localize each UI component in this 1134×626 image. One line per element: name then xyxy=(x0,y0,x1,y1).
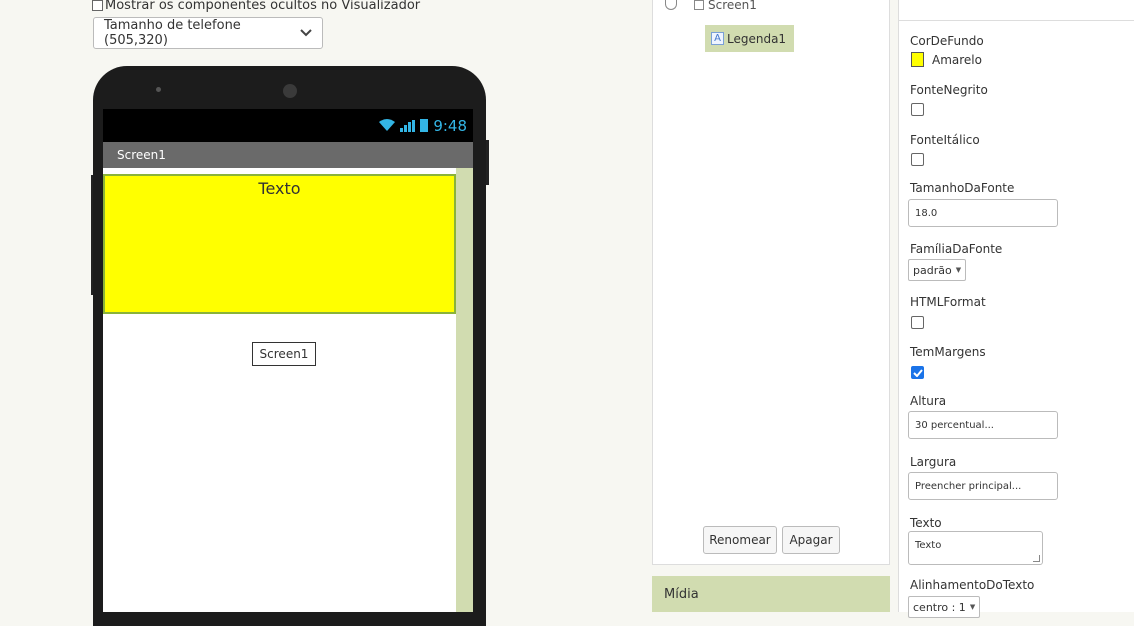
dropdown-arrow-icon: ▼ xyxy=(969,603,976,611)
prop-italic-checkbox[interactable] xyxy=(911,153,924,166)
show-hidden-checkbox[interactable] xyxy=(92,0,103,11)
tree-screen-label: Screen1 xyxy=(708,0,757,12)
wifi-icon xyxy=(379,117,396,135)
tree-item-label: Legenda1 xyxy=(727,31,787,46)
dropdown-arrow-icon: ▼ xyxy=(955,266,962,274)
prop-bg-color-value: Amarelo xyxy=(932,52,982,67)
prop-font-size-label: TamanhoDaFonte xyxy=(910,181,1015,195)
prop-font-family-label: FamíliaDaFonte xyxy=(910,242,1003,256)
show-hidden-label: Mostrar os componentes ocultos no Visual… xyxy=(105,0,421,13)
prop-bold-label: FonteNegrito xyxy=(910,83,988,97)
screen-tag: Screen1 xyxy=(252,342,316,366)
label-component[interactable]: Texto xyxy=(103,174,456,314)
prop-text-align-select[interactable]: centro : 1 ▼ xyxy=(908,596,981,618)
label-component-icon: A xyxy=(711,32,724,45)
media-panel-header: Mídia xyxy=(652,576,890,612)
tree-screen-checkbox[interactable] xyxy=(694,0,704,10)
prop-italic-label: FonteItálico xyxy=(910,133,980,147)
delete-button[interactable]: Apagar xyxy=(782,526,840,554)
resize-grip-icon[interactable] xyxy=(1033,555,1040,562)
phone-status-bar: 9:48 xyxy=(103,109,473,142)
prop-margins-label: TemMargens xyxy=(910,345,986,359)
checkmark-icon xyxy=(912,368,923,377)
phone-camera xyxy=(283,84,297,98)
components-panel xyxy=(652,0,890,565)
prop-font-size-input[interactable]: 18.0 xyxy=(908,199,1058,227)
label-component-text: Texto xyxy=(258,179,301,198)
screen-scrollbar[interactable] xyxy=(456,168,473,612)
screen-tag-text: Screen1 xyxy=(259,347,309,361)
prop-html-format-label: HTMLFormat xyxy=(910,295,986,309)
prop-font-family-value: padrão xyxy=(913,263,952,277)
phone-size-select[interactable]: Tamanho de telefone (505,320) xyxy=(93,17,323,49)
screen-title: Screen1 xyxy=(117,148,166,162)
prop-bg-color-picker[interactable]: Amarelo xyxy=(911,52,982,67)
screen-title-bar: Screen1 xyxy=(103,142,473,168)
phone-sensor xyxy=(156,87,161,92)
properties-divider xyxy=(898,20,1134,21)
prop-margins-checkbox[interactable] xyxy=(911,366,924,379)
show-hidden-components-toggle[interactable]: Mostrar os componentes ocultos no Visual… xyxy=(92,0,420,13)
tree-item-screen1[interactable]: Screen1 xyxy=(694,0,757,12)
prop-height-input[interactable]: 30 percentual... xyxy=(908,411,1058,439)
prop-width-input[interactable]: Preencher principal... xyxy=(908,472,1058,500)
battery-icon xyxy=(420,119,429,132)
status-time: 9:48 xyxy=(433,116,467,135)
tree-item-legenda1[interactable]: A Legenda1 xyxy=(705,25,794,52)
prop-text-textarea[interactable]: Texto xyxy=(908,531,1043,565)
prop-bold-checkbox[interactable] xyxy=(911,103,924,116)
prop-html-format-checkbox[interactable] xyxy=(911,316,924,329)
signal-icon xyxy=(400,119,416,132)
prop-width-label: Largura xyxy=(910,455,957,469)
color-swatch[interactable] xyxy=(911,52,924,67)
prop-height-label: Altura xyxy=(910,394,947,408)
media-header-label: Mídia xyxy=(664,586,699,602)
prop-bg-color-label: CorDeFundo xyxy=(910,34,984,48)
chevron-down-icon xyxy=(300,26,312,40)
prop-text-align-label: AlinhamentoDoTexto xyxy=(910,578,1035,592)
prop-font-family-select[interactable]: padrão ▼ xyxy=(908,259,967,281)
prop-text-label: Texto xyxy=(910,516,942,530)
phone-size-value: Tamanho de telefone (505,320) xyxy=(104,18,241,48)
rename-button[interactable]: Renomear xyxy=(703,526,777,554)
prop-text-value: Texto xyxy=(915,540,942,551)
